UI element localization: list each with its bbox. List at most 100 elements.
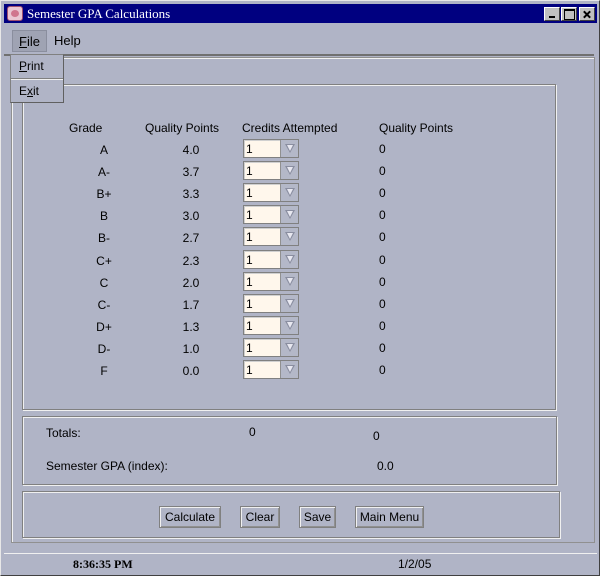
earned-quality-points: 0 — [379, 341, 386, 355]
print-mnemonic: P — [19, 59, 28, 73]
header-grade: Grade — [69, 121, 103, 135]
credits-dropdown[interactable]: 1 — [243, 139, 299, 158]
app-icon[interactable] — [7, 6, 23, 21]
total-quality-points: 0 — [373, 429, 380, 443]
earned-quality-points: 0 — [379, 275, 386, 289]
chevron-down-icon[interactable] — [280, 228, 298, 245]
header-quality-points: Quality Points — [145, 121, 220, 135]
menu-file-mnemonic: F — [19, 34, 27, 49]
credits-value: 1 — [246, 319, 253, 333]
exit-label-start: E — [19, 84, 28, 98]
exit-label-end: it — [33, 84, 40, 98]
earned-quality-points: 0 — [379, 186, 386, 200]
chevron-down-icon[interactable] — [280, 317, 298, 334]
credits-dropdown[interactable]: 1 — [243, 205, 299, 224]
grade-letter: A- — [98, 165, 110, 179]
credits-dropdown[interactable]: 1 — [243, 272, 299, 291]
credits-value: 1 — [246, 208, 253, 222]
grade-quality-points: 0.0 — [182, 364, 200, 378]
chevron-down-icon[interactable] — [280, 295, 298, 312]
totals-label: Totals: — [46, 426, 81, 440]
earned-quality-points: 0 — [379, 142, 386, 156]
chevron-down-icon[interactable] — [280, 339, 298, 356]
print-label: rint — [27, 59, 44, 73]
grade-letter: B — [99, 209, 108, 223]
grade-letter: B- — [98, 231, 110, 245]
save-button[interactable]: Save — [299, 506, 336, 528]
credits-value: 1 — [246, 297, 253, 311]
credits-dropdown[interactable]: 1 — [243, 227, 299, 246]
credits-value: 1 — [246, 363, 253, 377]
grade-quality-points: 2.0 — [182, 276, 200, 290]
credits-value: 1 — [246, 230, 253, 244]
grade-quality-points: 3.7 — [182, 165, 200, 179]
credits-value: 1 — [246, 253, 253, 267]
earned-quality-points: 0 — [379, 319, 386, 333]
clear-button[interactable]: Clear — [240, 506, 280, 528]
calculate-button[interactable]: Calculate — [159, 506, 221, 528]
chevron-down-icon[interactable] — [280, 273, 298, 290]
credits-value: 1 — [246, 341, 253, 355]
credits-dropdown[interactable]: 1 — [243, 183, 299, 202]
grade-quality-points: 2.3 — [182, 254, 200, 268]
grade-letter: F — [100, 364, 108, 378]
grade-quality-points: 2.7 — [182, 231, 200, 245]
chevron-down-icon[interactable] — [280, 140, 298, 157]
grade-letter: C+ — [96, 254, 112, 268]
gpa-value: 0.0 — [377, 459, 394, 473]
title-bar[interactable]: Semester GPA Calculations — [4, 4, 597, 23]
grade-letter: A — [99, 143, 108, 157]
menu-bar: File Help — [4, 26, 594, 56]
credits-value: 1 — [246, 186, 253, 200]
header-earned-quality-points: Quality Points — [379, 121, 454, 135]
grade-letter: B+ — [96, 187, 112, 201]
grade-quality-points: 4.0 — [182, 143, 200, 157]
chevron-down-icon[interactable] — [280, 206, 298, 223]
gpa-window: Semester GPA Calculations File Help Grad… — [0, 0, 600, 576]
status-date: 1/2/05 — [398, 557, 432, 571]
chevron-down-icon[interactable] — [280, 361, 298, 378]
main-menu-button[interactable]: Main Menu — [355, 506, 424, 528]
grade-letter: C- — [97, 298, 111, 312]
credits-dropdown[interactable]: 1 — [243, 161, 299, 180]
grade-letter: D- — [97, 342, 111, 356]
earned-quality-points: 0 — [379, 164, 386, 178]
status-bar: 8:36:35 PM 1/2/05 — [4, 553, 597, 573]
grade-quality-points: 1.3 — [182, 320, 200, 334]
earned-quality-points: 0 — [379, 208, 386, 222]
credits-dropdown[interactable]: 1 — [243, 294, 299, 313]
menu-help[interactable]: Help — [48, 30, 87, 52]
earned-quality-points: 0 — [379, 363, 386, 377]
status-time: 8:36:35 PM — [73, 557, 133, 571]
grade-quality-points: 3.0 — [182, 209, 200, 223]
totals-panel — [22, 416, 557, 485]
maximize-button[interactable] — [561, 7, 577, 21]
minimize-button[interactable] — [544, 7, 560, 21]
grade-quality-points: 3.3 — [182, 187, 200, 201]
menu-file-label: ile — [26, 34, 40, 49]
menu-item-exit[interactable]: Exit — [11, 79, 63, 102]
grade-quality-points: 1.0 — [182, 342, 200, 356]
credits-dropdown[interactable]: 1 — [243, 316, 299, 335]
gpa-label: Semester GPA (index): — [46, 459, 168, 473]
earned-quality-points: 0 — [379, 297, 386, 311]
file-menu-dropdown: Print Exit — [10, 54, 64, 103]
header-credits-attempted: Credits Attempted — [242, 121, 338, 135]
window-title: Semester GPA Calculations — [27, 6, 171, 21]
earned-quality-points: 0 — [379, 230, 386, 244]
grade-letter: D+ — [96, 320, 112, 334]
chevron-down-icon[interactable] — [280, 162, 298, 179]
chevron-down-icon[interactable] — [280, 184, 298, 201]
close-button[interactable] — [579, 7, 595, 21]
buttons-panel — [22, 491, 560, 538]
credits-dropdown[interactable]: 1 — [243, 250, 299, 269]
credits-dropdown[interactable]: 1 — [243, 338, 299, 357]
credits-value: 1 — [246, 275, 253, 289]
credits-value: 1 — [246, 164, 253, 178]
menu-file[interactable]: File — [12, 30, 47, 52]
credits-dropdown[interactable]: 1 — [243, 360, 299, 379]
menu-item-print[interactable]: Print — [11, 55, 63, 78]
earned-quality-points: 0 — [379, 253, 386, 267]
chevron-down-icon[interactable] — [280, 251, 298, 268]
grade-letter: C — [99, 276, 109, 290]
